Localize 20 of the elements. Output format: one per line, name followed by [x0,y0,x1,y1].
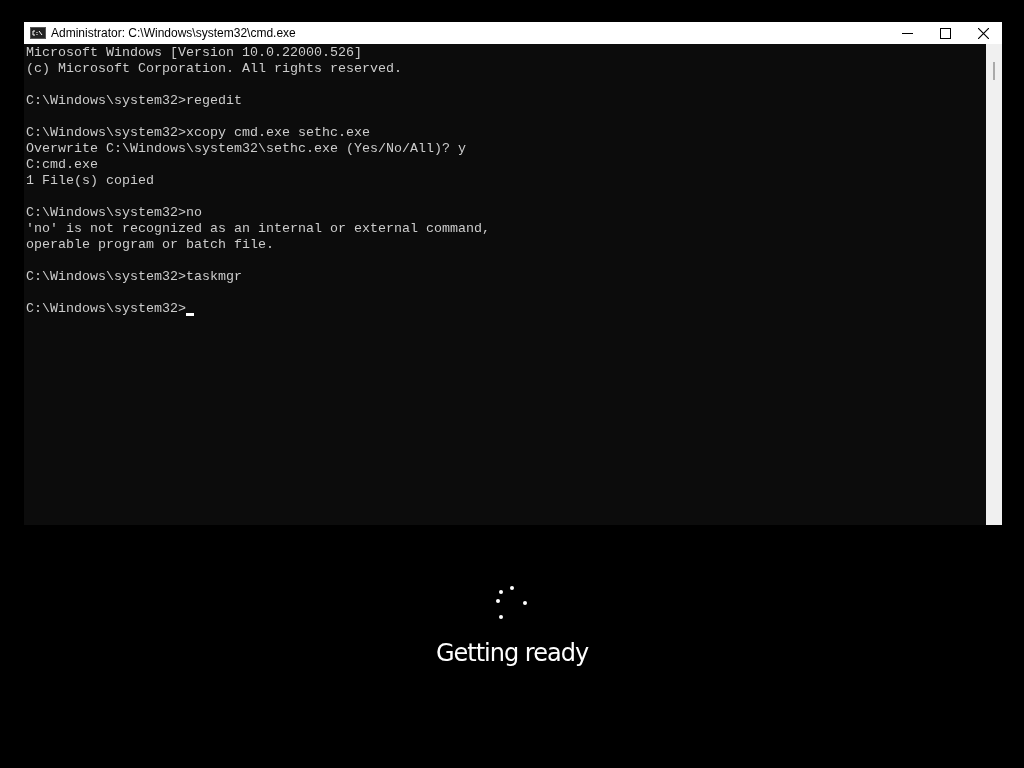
console-line: 'no' is not recognized as an internal or external command, [26,221,490,237]
console-line: C:cmd.exe [26,157,98,173]
console-line: C:\Windows\system32>taskmgr [26,269,242,285]
console-line: C:\Windows\system32>regedit [26,93,242,109]
window-title: Administrator: C:\Windows\system32\cmd.exe [51,25,296,42]
console-line: C:\Windows\system32>xcopy cmd.exe sethc.exe [26,125,370,141]
console-line: operable program or batch file. [26,237,274,253]
console-line: Microsoft Windows [Version 10.0.22000.526] [26,45,362,61]
console-app-icon [30,27,46,39]
console-line: (c) Microsoft Corporation. All rights reserved. [26,61,402,77]
close-icon [977,27,989,39]
minimize-icon [901,32,913,34]
status-message: Getting ready [435,638,589,669]
console-line: C:\Windows\system32>no [26,205,202,221]
console-line: Overwrite C:\Windows\system32\sethc.exe (Yes/No/All)? y [26,141,466,157]
scrollbar[interactable] [986,44,1002,525]
maximize-icon [939,27,951,39]
console-line: C:\Windows\system32> [26,301,186,317]
console-line: 1 File(s) copied [26,173,154,189]
scrollbar-thumb[interactable] [993,62,995,80]
